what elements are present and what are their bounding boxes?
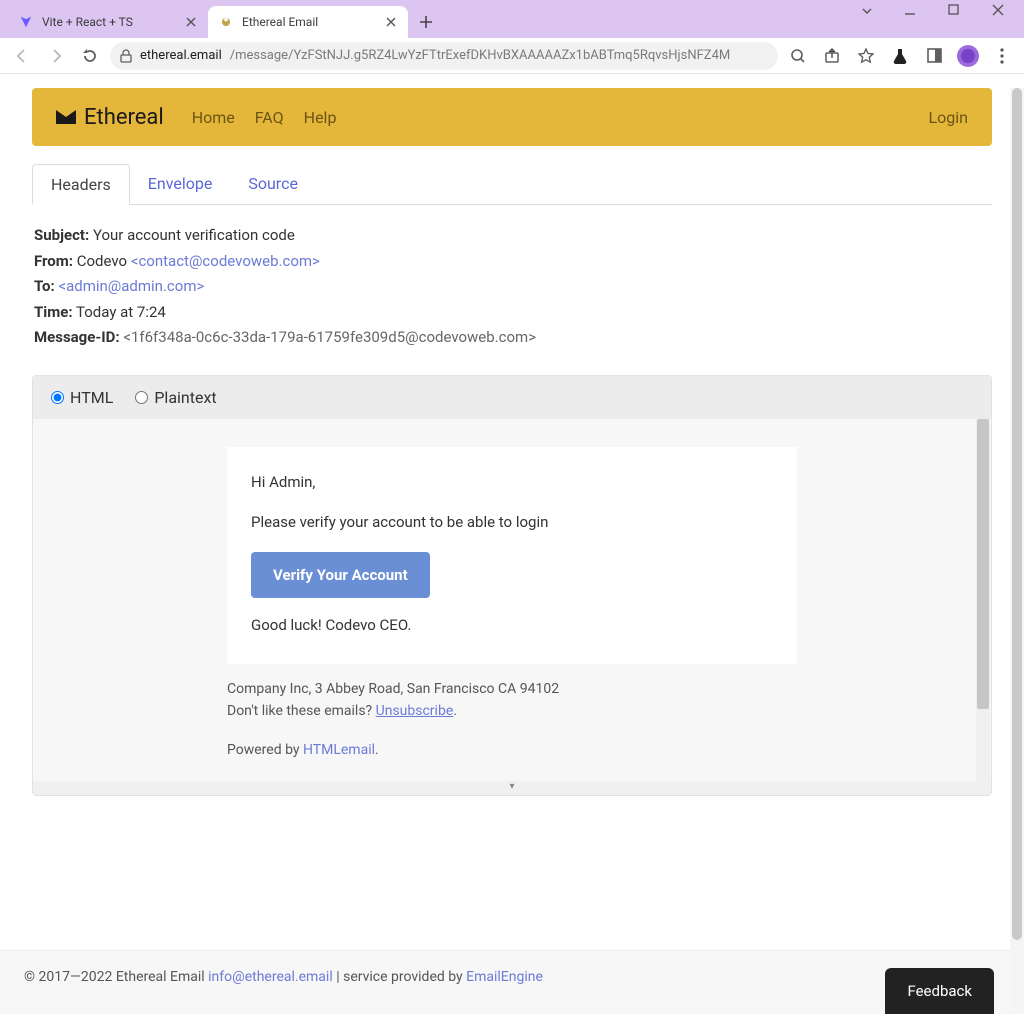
powered-prefix: Powered by xyxy=(227,742,303,758)
back-button[interactable] xyxy=(8,42,36,70)
message-frame: HTML Plaintext Hi Admin, Please verify y… xyxy=(32,375,992,797)
ethereal-favicon xyxy=(218,14,234,30)
browser-tabs: Vite + React + TS Ethereal Email xyxy=(0,0,440,38)
email-greeting: Hi Admin, xyxy=(251,471,773,494)
browser-tab-active[interactable]: Ethereal Email xyxy=(208,6,408,38)
browser-titlebar: Vite + React + TS Ethereal Email xyxy=(0,0,1024,38)
feedback-button[interactable]: Feedback xyxy=(885,968,994,1014)
nav-help[interactable]: Help xyxy=(304,108,337,127)
message-tabs: Headers Envelope Source xyxy=(32,164,992,205)
emailengine-link[interactable]: EmailEngine xyxy=(466,969,543,985)
email-card: Hi Admin, Please verify your account to … xyxy=(227,447,797,665)
share-icon[interactable] xyxy=(818,42,846,70)
brand-label: Ethereal xyxy=(84,105,164,130)
panel-icon[interactable] xyxy=(920,42,948,70)
email-signoff: Good luck! Codevo CEO. xyxy=(251,614,773,637)
subject-label: Subject: xyxy=(34,226,89,244)
brand[interactable]: Ethereal xyxy=(56,105,164,130)
page-viewport: Ethereal Home FAQ Help Login Headers Env… xyxy=(0,88,1024,1014)
scrollbar-thumb[interactable] xyxy=(977,419,989,709)
message-id-value: <1f6f348a-0c6c-33da-179a-61759fe309d5@co… xyxy=(123,328,536,346)
url-path: /message/YzFStNJJ.g5RZ4LwYzFTtrExefDKHvB… xyxy=(230,48,731,63)
url-host: ethereal.email xyxy=(140,48,222,63)
time-value: Today at 7:24 xyxy=(76,303,166,321)
copyright: © 2017—2022 Ethereal Email xyxy=(24,969,208,985)
from-name: Codevo xyxy=(77,252,127,270)
tab-title: Ethereal Email xyxy=(242,15,376,29)
close-icon[interactable] xyxy=(184,15,198,29)
nav-links: Home FAQ Help xyxy=(192,108,337,127)
reload-button[interactable] xyxy=(76,42,104,70)
nav-faq[interactable]: FAQ xyxy=(255,108,284,127)
kebab-menu-icon[interactable] xyxy=(988,42,1016,70)
scroll-down-arrow[interactable]: ▾ xyxy=(33,781,991,795)
content-scrollbar[interactable] xyxy=(976,419,990,782)
address-bar[interactable]: ethereal.email/message/YzFStNJJ.g5RZ4LwY… xyxy=(110,42,778,70)
radio-plaintext[interactable] xyxy=(135,391,148,404)
headers-block: Subject: Your account verification code … xyxy=(32,205,992,369)
format-html[interactable]: HTML xyxy=(51,388,113,407)
site-navbar: Ethereal Home FAQ Help Login xyxy=(32,88,992,146)
message-id-label: Message-ID: xyxy=(34,328,120,346)
radio-html[interactable] xyxy=(51,391,64,404)
page-scrollbar-thumb[interactable] xyxy=(1012,88,1022,940)
browser-tab-inactive[interactable]: Vite + React + TS xyxy=(8,6,208,38)
browser-toolbar: ethereal.email/message/YzFStNJJ.g5RZ4LwY… xyxy=(0,38,1024,74)
maximize-icon[interactable] xyxy=(948,4,974,18)
service-prefix: | service provided by xyxy=(333,969,466,985)
nav-home[interactable]: Home xyxy=(192,108,235,127)
forward-button[interactable] xyxy=(42,42,70,70)
site-footer: © 2017—2022 Ethereal Email info@ethereal… xyxy=(0,950,1010,1014)
email-content-area: Hi Admin, Please verify your account to … xyxy=(33,419,991,796)
unsubscribe-prefix: Don't like these emails? xyxy=(227,703,376,719)
envelope-icon xyxy=(56,110,76,124)
tab-title: Vite + React + TS xyxy=(42,15,176,29)
time-label: Time: xyxy=(34,303,73,321)
close-icon[interactable] xyxy=(384,15,398,29)
nav-login[interactable]: Login xyxy=(929,108,968,127)
subject-value: Your account verification code xyxy=(93,226,295,244)
unsubscribe-link[interactable]: Unsubscribe xyxy=(376,703,454,719)
new-tab-button[interactable] xyxy=(412,8,440,36)
profile-avatar[interactable] xyxy=(954,42,982,70)
tab-envelope[interactable]: Envelope xyxy=(130,164,231,204)
zoom-icon[interactable] xyxy=(784,42,812,70)
vite-icon xyxy=(18,14,34,30)
tab-headers[interactable]: Headers xyxy=(32,164,130,205)
window-controls xyxy=(860,4,1018,18)
from-label: From: xyxy=(34,252,73,270)
company-address: Company Inc, 3 Abbey Road, San Francisco… xyxy=(227,678,797,700)
to-email: <admin@admin.com> xyxy=(58,277,204,295)
lock-icon xyxy=(120,49,132,63)
email-footer: Company Inc, 3 Abbey Road, San Francisco… xyxy=(227,678,797,761)
format-plaintext[interactable]: Plaintext xyxy=(135,388,216,407)
flask-icon[interactable] xyxy=(886,42,914,70)
footer-contact-link[interactable]: info@ethereal.email xyxy=(208,969,333,985)
powered-link[interactable]: HTMLemail xyxy=(303,742,375,758)
page-scrollbar[interactable] xyxy=(1010,88,1024,1014)
minimize-icon[interactable] xyxy=(904,4,930,18)
close-window-icon[interactable] xyxy=(992,4,1018,18)
tab-source[interactable]: Source xyxy=(230,164,316,204)
to-label: To: xyxy=(34,277,55,295)
star-icon[interactable] xyxy=(852,42,880,70)
chevron-down-icon[interactable] xyxy=(860,4,886,18)
verify-account-button[interactable]: Verify Your Account xyxy=(251,552,430,598)
from-email: <contact@codevoweb.com> xyxy=(131,252,320,270)
format-selector: HTML Plaintext xyxy=(33,376,991,419)
email-body: Please verify your account to be able to… xyxy=(251,511,773,534)
